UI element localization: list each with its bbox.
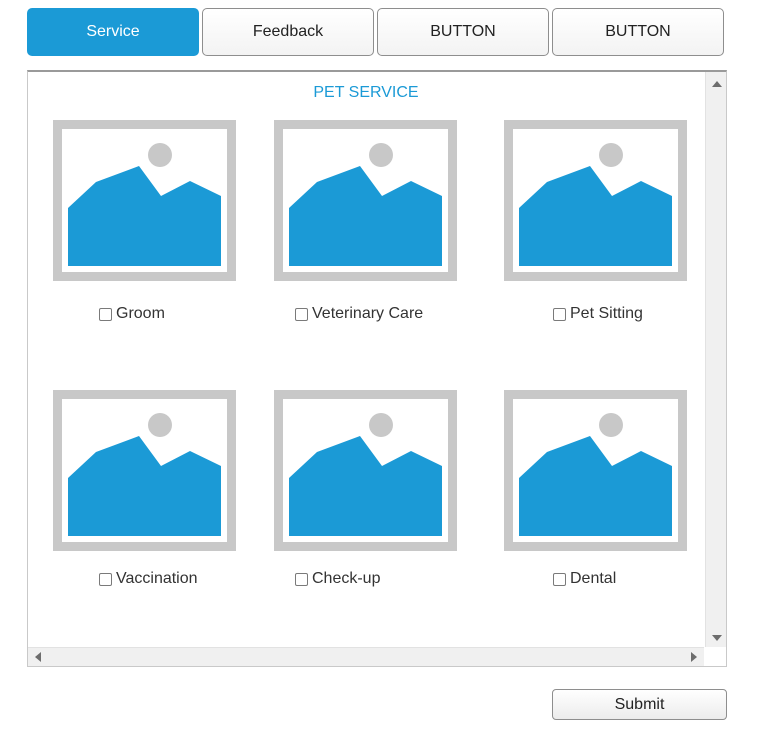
image-placeholder-icon [53,120,236,281]
tab-service[interactable]: Service [27,8,199,56]
scroll-down-icon[interactable] [712,635,722,641]
option-label: Vaccination [116,570,198,587]
service-panel: PET SERVICE Groom Veterinary Care Pet Si… [27,70,727,667]
option-label: Dental [570,570,617,587]
tab-button-3[interactable]: BUTTON [377,8,549,56]
vaccination-checkbox[interactable] [99,572,112,586]
panel-title: PET SERVICE [313,84,419,101]
option-label: Pet Sitting [570,305,643,322]
option-groom[interactable]: Groom [99,305,165,323]
image-placeholder-icon [504,390,687,551]
check-up-image [274,390,457,551]
option-check-up[interactable]: Check-up [295,570,380,588]
scroll-left-icon[interactable] [35,652,41,662]
image-placeholder-icon [274,120,457,281]
option-vaccination[interactable]: Vaccination [99,570,198,588]
tab-feedback[interactable]: Feedback [202,8,374,56]
image-placeholder-icon [504,120,687,281]
submit-button[interactable]: Submit [552,689,727,720]
option-veterinary-care[interactable]: Veterinary Care [295,305,423,323]
option-label: Groom [116,305,165,322]
dental-checkbox[interactable] [553,572,566,586]
groom-image [53,120,236,281]
dental-image [504,390,687,551]
tab-button-4[interactable]: BUTTON [552,8,724,56]
image-placeholder-icon [274,390,457,551]
scroll-up-icon[interactable] [712,81,722,87]
horizontal-scrollbar[interactable] [28,647,704,666]
option-dental[interactable]: Dental [553,570,616,588]
scrollbar-corner [705,647,726,666]
veterinary-care-image [274,120,457,281]
veterinary-care-checkbox[interactable] [295,307,308,321]
groom-checkbox[interactable] [99,307,112,321]
scroll-right-icon[interactable] [691,652,697,662]
check-up-checkbox[interactable] [295,572,308,586]
image-placeholder-icon [53,390,236,551]
option-label: Check-up [312,570,381,587]
pet-sitting-checkbox[interactable] [553,307,566,321]
option-label: Veterinary Care [312,305,424,322]
vertical-scrollbar[interactable] [705,72,726,648]
vaccination-image [53,390,236,551]
option-pet-sitting[interactable]: Pet Sitting [553,305,643,323]
pet-sitting-image [504,120,687,281]
